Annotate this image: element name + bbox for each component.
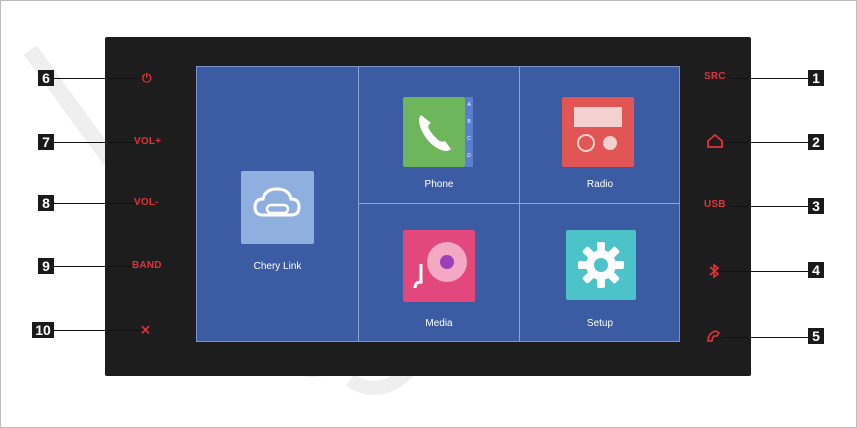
strip-letter: B [467,119,471,125]
bluetooth-icon [709,263,720,279]
app-phone[interactable]: A B C D Phone [359,67,519,203]
app-label: Media [425,318,453,329]
leader-line [722,337,808,338]
callout-number: 5 [808,328,824,344]
app-label: Setup [586,318,614,329]
callout-number: 10 [32,322,54,338]
usb-label: USB [704,199,726,210]
home-icon [707,134,723,148]
leader-line [54,142,136,143]
app-label: Phone [424,179,454,190]
app-label: Chery Link [253,261,302,272]
app-cherylink[interactable]: Chery Link [197,67,358,341]
leader-line [54,78,142,79]
cloud-link-icon [241,171,314,244]
callout-number: 4 [808,262,824,278]
app-media[interactable]: Media [359,204,519,341]
vol-up-label: VOL+ [134,136,162,147]
phone-side-strip: A B C D [465,97,473,167]
app-setup[interactable]: Setup [520,204,680,341]
band-label: BAND [132,260,162,271]
phone-icon [403,97,465,167]
app-radio[interactable]: Radio [520,67,680,203]
hang-up-icon [707,330,721,342]
callout-number: 3 [808,198,824,214]
leader-line [54,203,136,204]
leader-line [54,330,140,331]
leader-line [730,78,808,79]
radio-icon [562,97,634,167]
touch-screen: Chery Link A B C D Phone Radio Media Set… [196,66,680,342]
app-label: Radio [586,179,614,190]
vol-down-label: VOL- [134,197,159,208]
mute-icon: ⨯ [140,322,152,337]
callout-number: 6 [38,70,54,86]
leader-line [720,271,808,272]
leader-line [54,266,134,267]
leader-line [730,206,808,207]
music-disc-icon [403,230,475,302]
callout-number: 9 [38,258,54,274]
power-icon: ⏻ [142,71,152,85]
leader-line [724,142,808,143]
src-label: SRC [704,71,726,82]
strip-letter: A [467,102,471,108]
callout-number: 7 [38,134,54,150]
callout-number: 2 [808,134,824,150]
gear-icon [566,230,636,300]
callout-number: 1 [808,70,824,86]
callout-number: 8 [38,195,54,211]
strip-letter: C [467,136,471,142]
strip-letter: D [467,153,471,159]
